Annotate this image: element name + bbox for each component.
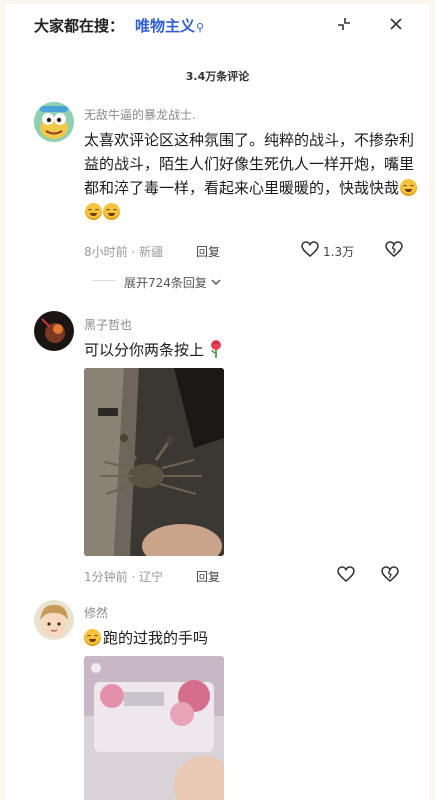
broken-heart-icon[interactable] [384,240,404,258]
heart-icon[interactable] [300,240,320,258]
broken-heart-icon[interactable] [380,565,400,583]
expand-replies-button[interactable]: 展开724条回复 [124,274,221,291]
avatar[interactable] [34,311,74,351]
avatar-image [34,311,74,351]
location: 辽宁 [139,570,164,584]
chevron-down-icon [211,279,221,285]
like-count: 1.3万 [323,245,355,259]
shrink-icon[interactable] [336,16,352,32]
comment-panel: 大家都在搜： 唯物主义⚲ 3.4万条评论 无敌牛逼的暴龙战士. 太喜欢评论区这种… [6,4,429,800]
comment-meta: 8小时前 · 新疆 [84,245,164,259]
search-icon: ⚲ [196,21,205,34]
comment-text-body: 太喜欢评论区这种氛围了。纯粹的战斗，不掺杂利益的战斗，陌生人们好像生死仇人一样开… [84,131,415,197]
timestamp: 1分钟前 [84,570,128,584]
rose-emoji [210,340,221,358]
timestamp: 8小时前 [84,245,128,259]
comment-text-body: 跑的过我的手吗 [103,629,209,647]
divider [92,280,116,281]
comment-photo[interactable] [84,368,224,556]
smile-emoji [85,203,102,220]
reply-button[interactable]: 回复 [196,243,220,260]
username[interactable]: 修然 [84,604,108,621]
expand-replies-label: 展开724条回复 [124,276,207,290]
comment-meta: 1分钟前 · 辽宁 [84,570,164,584]
photo-image [84,656,224,800]
smile-emoji [84,629,101,646]
smile-emoji [103,203,120,220]
comment-count: 3.4万条评论 [185,70,250,83]
search-term-text: 唯物主义 [135,17,196,35]
search-term-link[interactable]: 唯物主义⚲ [135,15,204,36]
comment-text: 可以分你两条按上 [84,338,420,362]
smile-emoji [400,179,418,196]
avatar-image [34,102,74,142]
comment-photo[interactable] [84,656,224,800]
crab-photo-image [84,368,224,556]
heart-icon[interactable] [336,565,356,583]
username[interactable]: 无敌牛逼的暴龙战士. [84,106,196,123]
search-prefix: 大家都在搜： [34,17,125,35]
comment-text: 太喜欢评论区这种氛围了。纯粹的战斗，不掺杂利益的战斗，陌生人们好像生死仇人一样开… [84,128,420,224]
header: 大家都在搜： 唯物主义⚲ [6,4,429,44]
close-icon[interactable] [388,16,404,32]
comment-text-body: 可以分你两条按上 [84,341,205,359]
username[interactable]: 黑子哲也 [84,316,132,333]
location: 新疆 [139,245,164,259]
comment-text: 跑的过我的手吗 [84,626,420,650]
avatar[interactable] [34,600,74,640]
avatar[interactable] [34,102,74,142]
avatar-image [34,600,74,640]
reply-button[interactable]: 回复 [196,568,220,585]
